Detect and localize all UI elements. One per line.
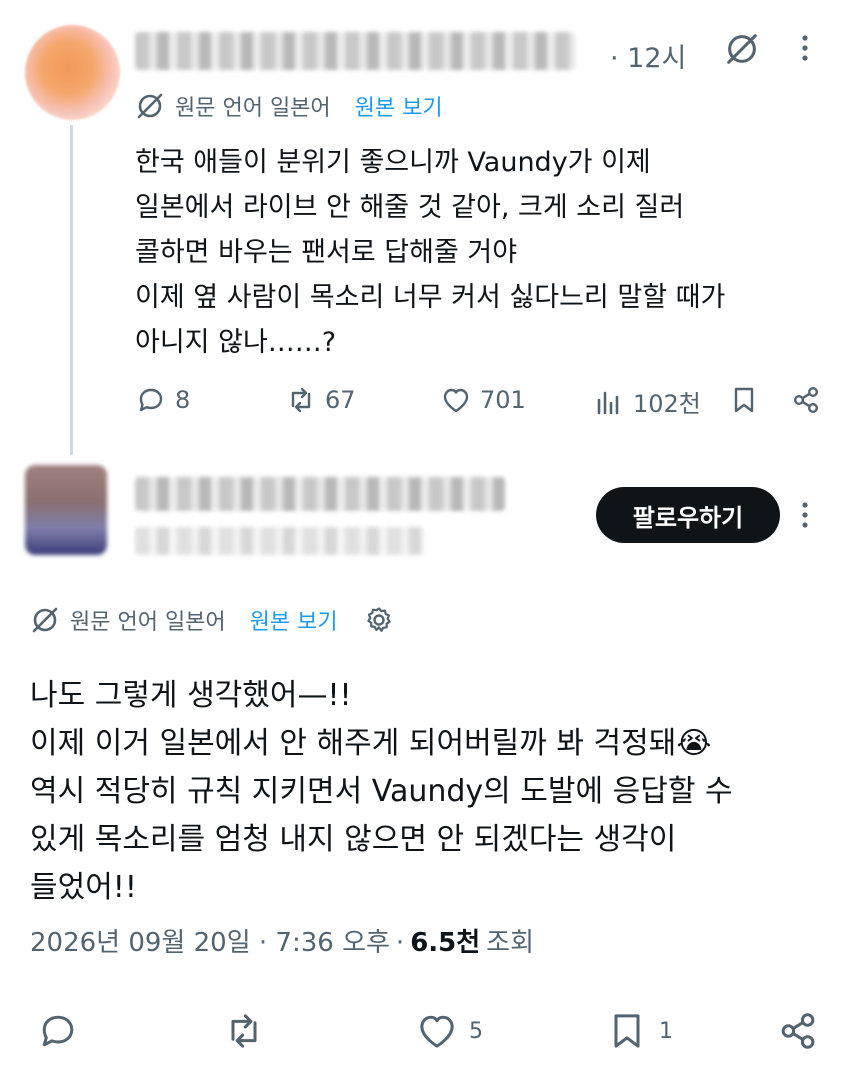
tweet-date[interactable]: 2026년 09월 20일 · 7:36 오후 <box>30 922 390 959</box>
gear-icon[interactable] <box>364 605 394 635</box>
more-icon[interactable] <box>800 500 810 534</box>
retweet-button[interactable]: 67 <box>285 384 356 416</box>
avatar[interactable] <box>25 25 120 120</box>
more-icon[interactable] <box>800 33 816 68</box>
like-button[interactable]: 701 <box>440 384 526 416</box>
tweet-line: 들었어!! <box>30 870 137 905</box>
translation-label: 원문 언어 일본어 <box>70 610 226 635</box>
follow-button[interactable]: 팔로우하기 <box>596 487 780 543</box>
avatar[interactable] <box>25 465 107 555</box>
view-original-link[interactable]: 원본 보기 <box>250 604 338 636</box>
heart-icon <box>443 388 469 413</box>
retweet-count: 67 <box>325 386 356 414</box>
like-button[interactable]: 5 <box>415 1009 483 1053</box>
views-label: 조회 <box>486 928 535 958</box>
tweet-line: 한국 애들이 분위기 좋으니까 Vaundy가 이제 <box>135 147 651 178</box>
translation-row: 원문 언어 일본어 원본 보기 <box>30 604 394 636</box>
like-count: 701 <box>480 386 526 414</box>
heart-icon <box>420 1015 454 1048</box>
tweet-line: 콜하면 바우는 팬서로 답해줄 거야 <box>135 237 518 268</box>
translate-icon <box>137 93 163 119</box>
meta-separator: · <box>395 928 405 958</box>
tweet-text: 한국 애들이 분위기 좋으니까 Vaundy가 이제 일본에서 라이브 안 해줄… <box>135 140 825 365</box>
reply-icon <box>139 388 163 412</box>
translate-icon <box>32 607 58 633</box>
translation-label: 원문 언어 일본어 <box>175 96 331 121</box>
tweet-line: 역시 적당히 규칙 지키면서 Vaundy의 도발에 응답할 수 <box>30 774 733 809</box>
bookmark-button[interactable]: 1 <box>605 1009 673 1053</box>
views-button[interactable]: 102천 <box>593 384 701 419</box>
share-button[interactable] <box>790 384 822 416</box>
reply-icon <box>42 1015 74 1047</box>
tweet-time[interactable]: · 12시 <box>610 36 686 75</box>
bookmark-button[interactable] <box>728 384 760 416</box>
tweet-meta: 2026년 09월 20일 · 7:36 오후 · 6.5천 조회 <box>30 922 534 959</box>
grok-icon[interactable] <box>723 30 761 68</box>
tweet-actions: 5 1 <box>0 1005 850 1059</box>
share-icon <box>781 1013 815 1049</box>
bookmark-count: 1 <box>659 1018 673 1044</box>
tweet-line: 있게 목소리를 엄청 내지 않으면 안 되겠다는 생각이 <box>30 822 677 857</box>
tweet-line: 이제 이거 일본에서 안 해주게 되어버릴까 봐 걱정돼😭 <box>30 726 712 761</box>
author-name-blurred[interactable] <box>135 477 505 511</box>
retweet-button[interactable] <box>222 1009 266 1053</box>
view-original-link[interactable]: 원본 보기 <box>355 90 443 122</box>
like-count: 5 <box>469 1018 483 1044</box>
share-button[interactable] <box>776 1009 820 1053</box>
retweet-icon <box>291 387 311 413</box>
share-icon <box>793 386 819 414</box>
translation-row: 원문 언어 일본어 원본 보기 <box>135 90 443 122</box>
reply-button[interactable]: 8 <box>135 384 190 416</box>
tweet-line: 아니지 않나……? <box>135 327 337 358</box>
author-handle-blurred[interactable] <box>135 527 425 555</box>
bookmark-icon <box>614 1014 640 1048</box>
tweet-actions: 8 67 701 102천 <box>0 380 850 424</box>
tweet-line: 이제 옆 사람이 목소리 너무 커서 싫다느리 말할 때가 <box>135 282 726 313</box>
views-count: 6.5천 <box>410 928 481 958</box>
views-count: 102천 <box>633 390 701 418</box>
reply-count: 8 <box>175 386 191 414</box>
bookmark-icon <box>734 387 754 413</box>
reply-button[interactable] <box>36 1009 80 1053</box>
analytics-icon <box>597 391 619 414</box>
author-name-blurred[interactable] <box>135 32 575 70</box>
retweet-icon <box>231 1014 257 1048</box>
tweet-line: 나도 그렇게 생각했어—!! <box>30 678 352 713</box>
tweet-line: 일본에서 라이브 안 해줄 것 같아, 크게 소리 질러 <box>135 192 685 223</box>
tweet-text: 나도 그렇게 생각했어—!! 이제 이거 일본에서 안 해주게 되어버릴까 봐 … <box>30 672 830 912</box>
